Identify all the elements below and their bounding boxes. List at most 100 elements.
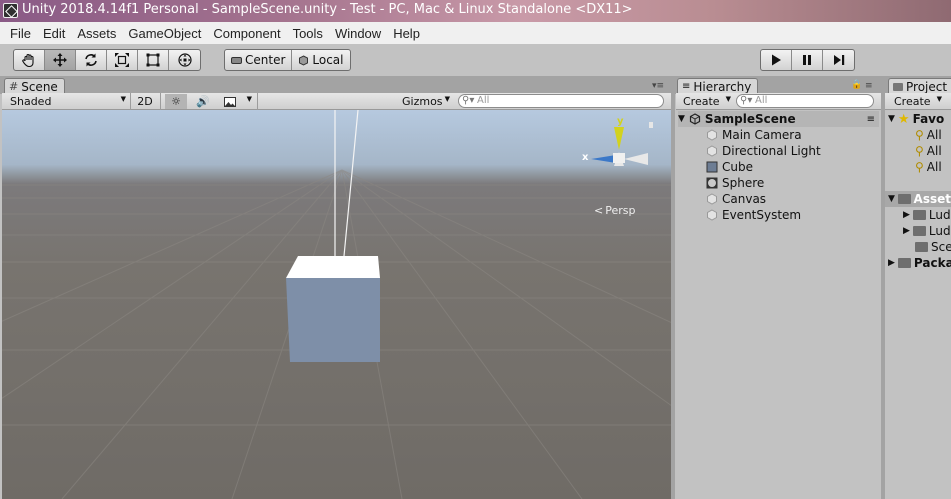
gameobject-icon <box>707 145 717 157</box>
tab-scene[interactable]: # Scene <box>4 78 65 94</box>
folder-icon <box>897 258 911 268</box>
scene-viewport[interactable]: y x < Persp <box>2 110 671 499</box>
hand-icon <box>22 53 34 68</box>
projection-toggle[interactable]: < Persp <box>594 204 635 217</box>
scene-row-menu-icon[interactable]: ≡ <box>867 114 875 125</box>
favorite-item[interactable]: ⚲ All <box>915 127 942 143</box>
panel-divider[interactable] <box>671 76 675 499</box>
lock-icon <box>649 122 653 128</box>
menu-component[interactable]: Component <box>207 26 286 41</box>
move-tool-button[interactable] <box>45 50 76 70</box>
search-filter-icon: ⚲ <box>915 128 924 142</box>
packages-row[interactable]: ▶ Packa <box>888 255 951 271</box>
hierarchy-search-input[interactable]: ⚲▾ All <box>736 94 874 108</box>
scene-grid-icon: # <box>9 80 19 93</box>
scale-tool-button[interactable] <box>107 50 138 70</box>
chevron-down-icon: ▼ <box>246 95 252 103</box>
chevron-down-icon: ▼ <box>444 95 450 103</box>
scene-orientation-gizmo[interactable] <box>583 118 653 198</box>
menu-help[interactable]: Help <box>387 26 426 41</box>
divider <box>257 93 258 110</box>
hierarchy-item-cube[interactable]: Cube <box>706 159 753 175</box>
hierarchy-item-label: EventSystem <box>722 208 802 222</box>
scene-panel-menu-icon[interactable]: ▾≡ <box>652 81 664 91</box>
hierarchy-item-sphere[interactable]: Sphere <box>706 175 764 191</box>
expand-arrow-icon: ▼ <box>678 114 685 124</box>
hierarchy-panel-menu-icon[interactable]: ≡ <box>865 81 873 91</box>
pivot-space-label: Local <box>312 53 344 67</box>
folder-icon <box>893 82 903 91</box>
favorite-item[interactable]: ⚲ All <box>915 143 942 159</box>
tab-hierarchy-label: Hierarchy <box>693 79 752 94</box>
scene-3d-render <box>2 110 671 499</box>
transform-tools <box>13 49 201 71</box>
combined-transform-icon <box>177 53 192 67</box>
scene-name-label: SampleScene <box>704 112 796 126</box>
tab-hierarchy[interactable]: ≡ Hierarchy <box>677 78 759 94</box>
rotate-tool-button[interactable] <box>76 50 107 70</box>
play-controls <box>760 49 855 71</box>
speaker-icon: 🔊 <box>196 95 210 108</box>
favorites-row[interactable]: ▼ ★ Favo <box>888 111 944 127</box>
pivot-center-toggle[interactable]: Center <box>225 50 293 70</box>
hierarchy-control-bar: Create ▼ ⚲▾ All <box>676 93 881 110</box>
toggle-2d-button[interactable]: 2D <box>133 94 157 109</box>
scene-search-input[interactable]: ⚲▾ All <box>458 94 664 108</box>
hierarchy-tree: ▼ SampleScene ≡ Main Camera Directional … <box>676 110 881 499</box>
gizmos-dropdown[interactable]: Gizmos ▼ <box>398 94 452 109</box>
favorite-item-label: All <box>926 144 942 158</box>
asset-folder-row[interactable]: Sce <box>915 239 951 255</box>
hierarchy-tab-strip: ≡ Hierarchy 🔒 ≡ <box>675 76 883 94</box>
transform-tool-button[interactable] <box>169 50 200 70</box>
shading-mode-dropdown[interactable]: Shaded ▼ <box>6 94 128 109</box>
shading-mode-value: Shaded <box>10 95 52 108</box>
asset-folder-row[interactable]: ▶ Lud <box>903 223 951 239</box>
lighting-toggle[interactable]: ☼ <box>165 94 187 109</box>
play-icon <box>772 54 781 66</box>
menu-tools[interactable]: Tools <box>287 26 329 41</box>
menu-file[interactable]: File <box>4 26 37 41</box>
search-filter-icon: ⚲ <box>915 144 924 158</box>
hierarchy-item-eventsystem[interactable]: EventSystem <box>706 207 801 223</box>
step-button[interactable] <box>823 50 854 70</box>
gizmo-center-cube <box>613 153 625 163</box>
effects-dropdown[interactable]: ▼ <box>220 94 254 109</box>
hierarchy-item-canvas[interactable]: Canvas <box>706 191 766 207</box>
audio-toggle[interactable]: 🔊 <box>192 94 214 109</box>
hand-tool-button[interactable] <box>14 50 45 70</box>
scene-tab-strip: # Scene ▾≡ <box>0 76 672 94</box>
menu-window[interactable]: Window <box>329 26 387 41</box>
project-create-dropdown[interactable]: Create ▼ <box>890 94 944 109</box>
hierarchy-scene-row[interactable]: ▼ SampleScene ≡ <box>678 111 879 127</box>
project-tree: ▼ ★ Favo ⚲ All ⚲ All ⚲ All ▼ Asset ▶ Lud… <box>885 110 951 499</box>
assets-row[interactable]: ▼ Asset <box>885 191 951 207</box>
hierarchy-item-directional-light[interactable]: Directional Light <box>706 143 821 159</box>
hierarchy-item-label: Cube <box>722 160 753 174</box>
menu-assets[interactable]: Assets <box>71 26 122 41</box>
lock-icon[interactable]: 🔒 <box>851 80 862 90</box>
pause-button[interactable] <box>792 50 823 70</box>
favorite-item-label: All <box>926 160 942 174</box>
folder-icon <box>915 242 928 252</box>
search-icon: ⚲▾ <box>462 95 475 106</box>
pivot-space-toggle[interactable]: Local <box>292 50 349 70</box>
tab-project[interactable]: Project <box>888 78 951 94</box>
hierarchy-item-label: Sphere <box>722 176 765 190</box>
gizmo-axis-x-label: x <box>582 152 589 163</box>
perspective-icon: < <box>594 204 604 217</box>
play-button[interactable] <box>761 50 792 70</box>
menu-edit[interactable]: Edit <box>37 26 71 41</box>
gameobject-icon <box>707 193 717 205</box>
hierarchy-create-dropdown[interactable]: Create ▼ <box>679 94 733 109</box>
divider <box>130 93 131 110</box>
expand-arrow-icon: ▼ <box>888 114 895 124</box>
asset-folder-row[interactable]: ▶ Lud <box>903 207 951 223</box>
hierarchy-item-main-camera[interactable]: Main Camera <box>706 127 802 143</box>
rect-tool-button[interactable] <box>138 50 169 70</box>
tab-project-label: Project <box>906 79 948 94</box>
cube-top-face <box>286 256 380 278</box>
favorite-item[interactable]: ⚲ All <box>915 159 942 175</box>
menu-gameobject[interactable]: GameObject <box>122 26 207 41</box>
gameobject-icon <box>707 129 717 141</box>
folder-icon <box>897 194 911 204</box>
